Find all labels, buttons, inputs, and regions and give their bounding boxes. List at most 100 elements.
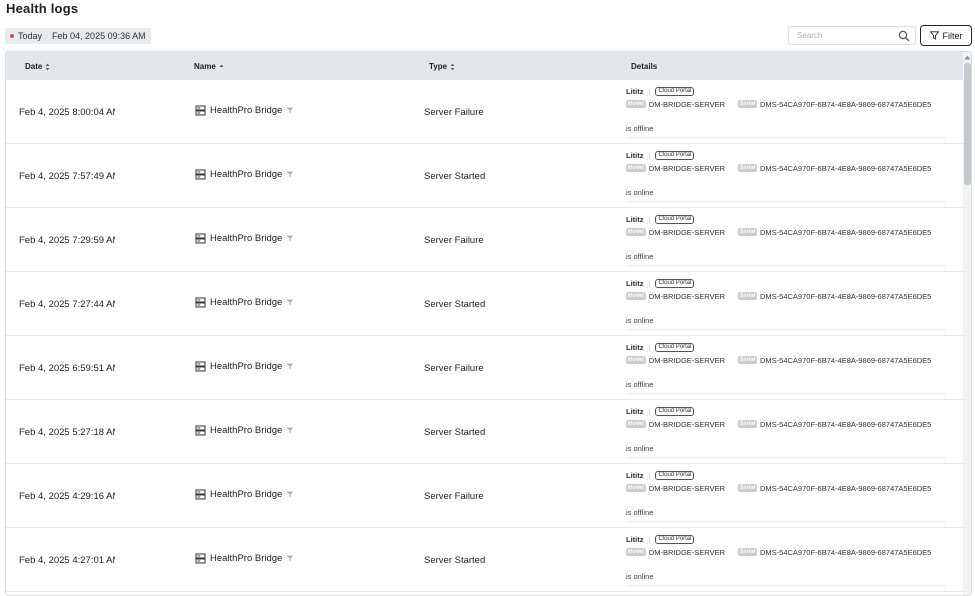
server-icon	[195, 297, 206, 308]
status-text: is offline	[626, 508, 946, 522]
search-box[interactable]	[788, 26, 916, 45]
model-tag: Model	[626, 484, 646, 492]
model-tag: Model	[626, 164, 646, 172]
table-row[interactable]: Feb 4, 2025 7:57:49 AM HealthPro Bridge …	[6, 144, 964, 208]
serial-tag: Serial	[738, 420, 757, 428]
model-value: DM-BRIDGE-SERVER	[648, 291, 726, 301]
table-row[interactable]: Feb 4, 2025 6:59:51 AM HealthPro Bridge …	[6, 336, 964, 400]
site-name: Lititz	[626, 534, 644, 544]
row-name[interactable]: HealthPro Bridge	[195, 297, 294, 308]
serial-tag: Serial	[738, 100, 757, 108]
server-icon	[195, 233, 206, 244]
table-row[interactable]: Feb 4, 2025 5:27:18 AM HealthPro Bridge …	[6, 400, 964, 464]
row-name[interactable]: HealthPro Bridge	[195, 169, 294, 180]
table-row[interactable]: Feb 4, 2025 4:29:16 AM HealthPro Bridge …	[6, 464, 964, 528]
cloud-portal-badge: Cloud Portal	[655, 470, 695, 480]
cloud-portal-badge: Cloud Portal	[655, 86, 695, 96]
row-details: Lititz | Cloud Portal Model DM-BRIDGE-SE…	[626, 534, 946, 586]
table-row[interactable]: Feb 4, 2025 7:29:59 AM HealthPro Bridge …	[6, 208, 964, 272]
row-name-label: HealthPro Bridge	[210, 105, 283, 116]
column-header-date[interactable]: Date	[25, 62, 50, 71]
model-tag: Model	[626, 100, 646, 108]
row-date: Feb 4, 2025 7:29:59 AM	[19, 235, 115, 246]
model-tag: Model	[626, 420, 646, 428]
vertical-scrollbar[interactable]	[963, 52, 971, 595]
row-date: Feb 4, 2025 4:29:16 AM	[19, 491, 115, 502]
search-icon[interactable]	[898, 30, 910, 42]
serial-tag: Serial	[738, 484, 757, 492]
row-name[interactable]: HealthPro Bridge	[195, 233, 294, 244]
scrollbar-thumb[interactable]	[964, 63, 971, 185]
filter-button[interactable]: Filter	[920, 25, 972, 46]
row-name[interactable]: HealthPro Bridge	[195, 425, 294, 436]
separator: |	[648, 278, 651, 288]
model-value: DM-BRIDGE-SERVER	[648, 99, 726, 109]
separator: |	[648, 150, 651, 160]
separator: |	[648, 342, 651, 352]
status-text: is online	[626, 572, 946, 586]
row-name[interactable]: HealthPro Bridge	[195, 361, 294, 372]
serial-value: DMS-54CA970F-6B74-4E8A-9869-68747A5E6DE5	[760, 419, 932, 429]
table-row[interactable]: Feb 4, 2025 4:27:01 AM HealthPro Bridge …	[6, 528, 964, 592]
funnel-icon[interactable]	[286, 363, 294, 370]
model-tag: Model	[626, 228, 646, 236]
scroll-up-arrow-icon[interactable]	[964, 55, 971, 60]
sort-ascending-icon	[219, 64, 224, 67]
model-value: DM-BRIDGE-SERVER	[648, 163, 726, 173]
row-date: Feb 4, 2025 7:27:44 AM	[19, 299, 115, 310]
date-range-chip[interactable]: Today Feb 04, 2025 09:36 AM	[5, 28, 151, 44]
status-text: is online	[626, 188, 946, 202]
filter-icon	[929, 31, 939, 40]
column-header-name[interactable]: Name	[194, 62, 224, 71]
cloud-portal-badge: Cloud Portal	[655, 534, 695, 544]
search-input[interactable]	[795, 30, 899, 41]
row-name[interactable]: HealthPro Bridge	[195, 553, 294, 564]
funnel-icon[interactable]	[286, 235, 294, 242]
health-logs-table: Date Name Type Details Feb 4, 2025 8:00:…	[5, 51, 972, 596]
funnel-icon[interactable]	[286, 427, 294, 434]
model-tag: Model	[626, 548, 646, 556]
site-name: Lititz	[626, 470, 644, 480]
row-type: Server Failure	[424, 363, 484, 374]
cloud-portal-badge: Cloud Portal	[655, 342, 695, 352]
column-header-type[interactable]: Type	[429, 62, 455, 71]
table-row[interactable]: Feb 4, 2025 7:27:44 AM HealthPro Bridge …	[6, 272, 964, 336]
model-tag: Model	[626, 356, 646, 364]
row-date: Feb 4, 2025 8:00:04 AM	[19, 107, 115, 118]
row-details: Lititz | Cloud Portal Model DM-BRIDGE-SE…	[626, 150, 946, 202]
table-row[interactable]: Feb 4, 2025 8:00:04 AM HealthPro Bridge …	[6, 80, 964, 144]
cloud-portal-badge: Cloud Portal	[655, 278, 695, 288]
server-icon	[195, 361, 206, 372]
funnel-icon[interactable]	[286, 555, 294, 562]
row-details: Lititz | Cloud Portal Model DM-BRIDGE-SE…	[626, 214, 946, 266]
funnel-icon[interactable]	[286, 107, 294, 114]
funnel-icon[interactable]	[286, 299, 294, 306]
model-value: DM-BRIDGE-SERVER	[648, 227, 726, 237]
filter-button-label: Filter	[942, 30, 963, 41]
serial-value: DMS-54CA970F-6B74-4E8A-9869-68747A5E6DE5	[760, 547, 932, 557]
row-date: Feb 4, 2025 6:59:51 AM	[19, 363, 115, 374]
serial-tag: Serial	[738, 292, 757, 300]
row-name-label: HealthPro Bridge	[210, 297, 283, 308]
site-name: Lititz	[626, 342, 644, 352]
row-name-label: HealthPro Bridge	[210, 425, 283, 436]
serial-tag: Serial	[738, 228, 757, 236]
row-name[interactable]: HealthPro Bridge	[195, 489, 294, 500]
cloud-portal-badge: Cloud Portal	[655, 150, 695, 160]
serial-value: DMS-54CA970F-6B74-4E8A-9869-68747A5E6DE5	[760, 291, 932, 301]
model-value: DM-BRIDGE-SERVER	[648, 355, 726, 365]
status-text: is online	[626, 444, 946, 458]
separator: |	[648, 214, 651, 224]
funnel-icon[interactable]	[286, 491, 294, 498]
row-name-label: HealthPro Bridge	[210, 553, 283, 564]
page-title: Health logs	[6, 1, 79, 16]
row-type: Server Started	[424, 171, 486, 182]
row-name[interactable]: HealthPro Bridge	[195, 105, 294, 116]
column-header-name-label: Name	[194, 62, 216, 71]
row-name-label: HealthPro Bridge	[210, 361, 283, 372]
row-type: Server Started	[424, 427, 486, 438]
row-date: Feb 4, 2025 4:27:01 AM	[19, 555, 115, 566]
funnel-icon[interactable]	[286, 171, 294, 178]
sort-icon	[450, 63, 455, 70]
server-icon	[195, 425, 206, 436]
